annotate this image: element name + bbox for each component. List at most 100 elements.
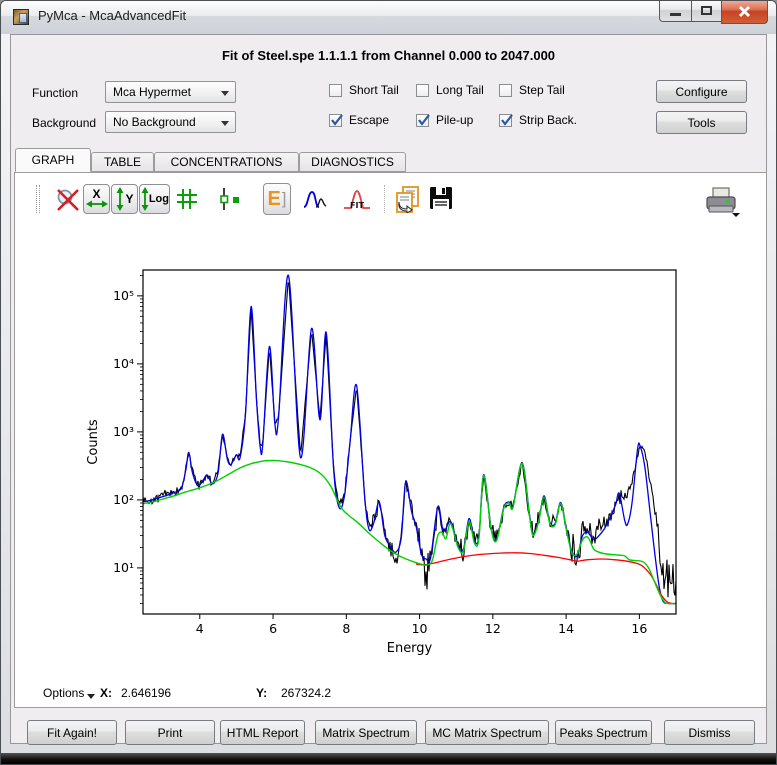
zoom-reset-icon: [55, 187, 81, 213]
checkbox-box: [499, 114, 512, 127]
energy-bracket: ]: [282, 189, 287, 209]
window-title: PyMca - McaAdvancedFit: [38, 8, 186, 23]
checkbox-box: [416, 84, 429, 97]
checkbox-box: [499, 84, 512, 97]
app-icon: [13, 9, 29, 25]
tools-button[interactable]: Tools: [656, 111, 747, 134]
y-autoscale-label: Y: [125, 194, 133, 204]
tab-diagnostics[interactable]: DIAGNOSTICS: [299, 152, 406, 172]
peak-markers-icon: [217, 187, 243, 211]
checkbox-label: Short Tail: [349, 83, 399, 97]
checkbox-box: [329, 84, 342, 97]
function-label: Function: [32, 86, 78, 100]
mc-matrix-spectrum-button[interactable]: MC Matrix Spectrum: [425, 720, 549, 745]
svg-text:10⁴: 10⁴: [113, 356, 134, 371]
copy-to-clipboard-button[interactable]: [394, 185, 422, 213]
svg-text:10¹: 10¹: [113, 560, 134, 575]
matrix-spectrum-button[interactable]: Matrix Spectrum: [315, 720, 417, 745]
tab-graph[interactable]: GRAPH: [15, 148, 91, 172]
checkbox-long-tail[interactable]: Long Tail: [416, 83, 484, 97]
vertical-arrows-icon: [115, 187, 125, 211]
tab-concentrations[interactable]: CONCENTRATIONS: [154, 152, 299, 172]
grid-icon: [175, 187, 199, 211]
print-button[interactable]: [701, 186, 743, 218]
svg-text:10: 10: [412, 621, 428, 636]
checkbox-box: [416, 114, 429, 127]
printer-icon: [701, 186, 743, 218]
svg-text:16: 16: [631, 621, 647, 636]
function-select-value: Mca Hypermet: [113, 85, 191, 99]
chevron-down-icon: [221, 91, 229, 96]
options-dropdown-icon[interactable]: [87, 694, 95, 699]
fit-display-button[interactable]: [303, 189, 327, 209]
background-select-value: No Background: [113, 115, 196, 129]
save-icon: [429, 186, 453, 210]
checkbox-label: Pile-up: [436, 113, 473, 127]
background-select[interactable]: No Background: [105, 111, 236, 133]
svg-text:Energy: Energy: [387, 641, 433, 656]
grid-toggle-button[interactable]: [175, 187, 199, 211]
fit-action-button[interactable]: FIT: [343, 188, 371, 211]
toolbar-separator: [384, 185, 385, 213]
checkbox-label: Long Tail: [436, 83, 484, 97]
log-toggle-label: Log: [149, 194, 169, 204]
x-autoscale-button[interactable]: X: [83, 184, 110, 214]
checkbox-label: Escape: [349, 113, 389, 127]
svg-text:4: 4: [196, 621, 204, 636]
checkbox-escape[interactable]: Escape: [329, 113, 389, 127]
log-toggle-button[interactable]: Log: [139, 184, 170, 214]
tab-table[interactable]: TABLE: [91, 152, 154, 172]
checkbox-short-tail[interactable]: Short Tail: [329, 83, 399, 97]
configure-button[interactable]: Configure: [656, 80, 747, 103]
minimize-button[interactable]: [659, 0, 691, 22]
options-button[interactable]: Options: [43, 686, 84, 700]
save-button[interactable]: [429, 186, 453, 210]
svg-text:10³: 10³: [113, 424, 134, 439]
close-icon: [738, 5, 751, 18]
cursor-y-value: 267324.2: [281, 686, 331, 700]
svg-text:FIT: FIT: [350, 201, 364, 210]
svg-text:Counts: Counts: [86, 419, 101, 465]
chevron-down-icon: [221, 121, 229, 126]
svg-text:6: 6: [269, 621, 277, 636]
energy-toggle-button[interactable]: E ]: [263, 183, 291, 215]
checkbox-step-tail[interactable]: Step Tail: [499, 83, 565, 97]
cursor-x-value: 2.646196: [121, 686, 171, 700]
titlebar[interactable]: PyMca - McaAdvancedFit: [1, 1, 776, 34]
function-select[interactable]: Mca Hypermet: [105, 81, 236, 103]
close-button[interactable]: [721, 0, 768, 24]
peaks-spectrum-button[interactable]: Peaks Spectrum: [555, 720, 652, 745]
svg-text:10⁵: 10⁵: [113, 288, 134, 303]
html-report-button[interactable]: HTML Report: [220, 720, 305, 745]
horizontal-arrows-icon: [86, 199, 108, 209]
svg-text:12: 12: [485, 621, 501, 636]
energy-toggle-label: E: [267, 188, 280, 211]
checkbox-pile-up[interactable]: Pile-up: [416, 113, 473, 127]
zoom-reset-button[interactable]: [55, 187, 81, 213]
print-report-button[interactable]: Print: [125, 720, 215, 745]
peak-markers-button[interactable]: [217, 187, 243, 211]
vertical-arrows-icon: [140, 187, 149, 211]
window-controls: [659, 0, 768, 24]
toolbar-handle[interactable]: [36, 185, 40, 213]
minimize-icon: [670, 13, 681, 16]
spectrum-chart[interactable]: 10¹ 10² 10³ 10⁴ 10⁵ 4 6 8 10 12 14 16 Energy Counts: [83, 245, 763, 670]
mca-advanced-fit-dialog: Fit of Steel.spe 1.1.1.1 from Channel 0.…: [10, 34, 767, 744]
fit-curve-icon: [303, 189, 327, 209]
svg-text:10²: 10²: [113, 492, 134, 507]
cursor-x-label: X:: [100, 686, 112, 700]
svg-text:8: 8: [342, 621, 350, 636]
svg-text:14: 14: [558, 621, 574, 636]
maximize-button[interactable]: [691, 0, 721, 22]
fit-again-button[interactable]: Fit Again!: [27, 720, 117, 745]
fit-peak-icon: FIT: [343, 188, 371, 211]
graph-tab-panel: X Y Log: [14, 172, 767, 708]
y-autoscale-button[interactable]: Y: [111, 184, 138, 214]
fit-header-title: Fit of Steel.spe 1.1.1.1 from Channel 0.…: [11, 48, 766, 63]
dismiss-button[interactable]: Dismiss: [664, 720, 755, 745]
checkbox-label: Step Tail: [519, 83, 565, 97]
checkbox-strip-back[interactable]: Strip Back.: [499, 113, 577, 127]
cursor-y-label: Y:: [256, 686, 267, 700]
background-label: Background: [32, 116, 96, 130]
checkbox-box: [329, 114, 342, 127]
